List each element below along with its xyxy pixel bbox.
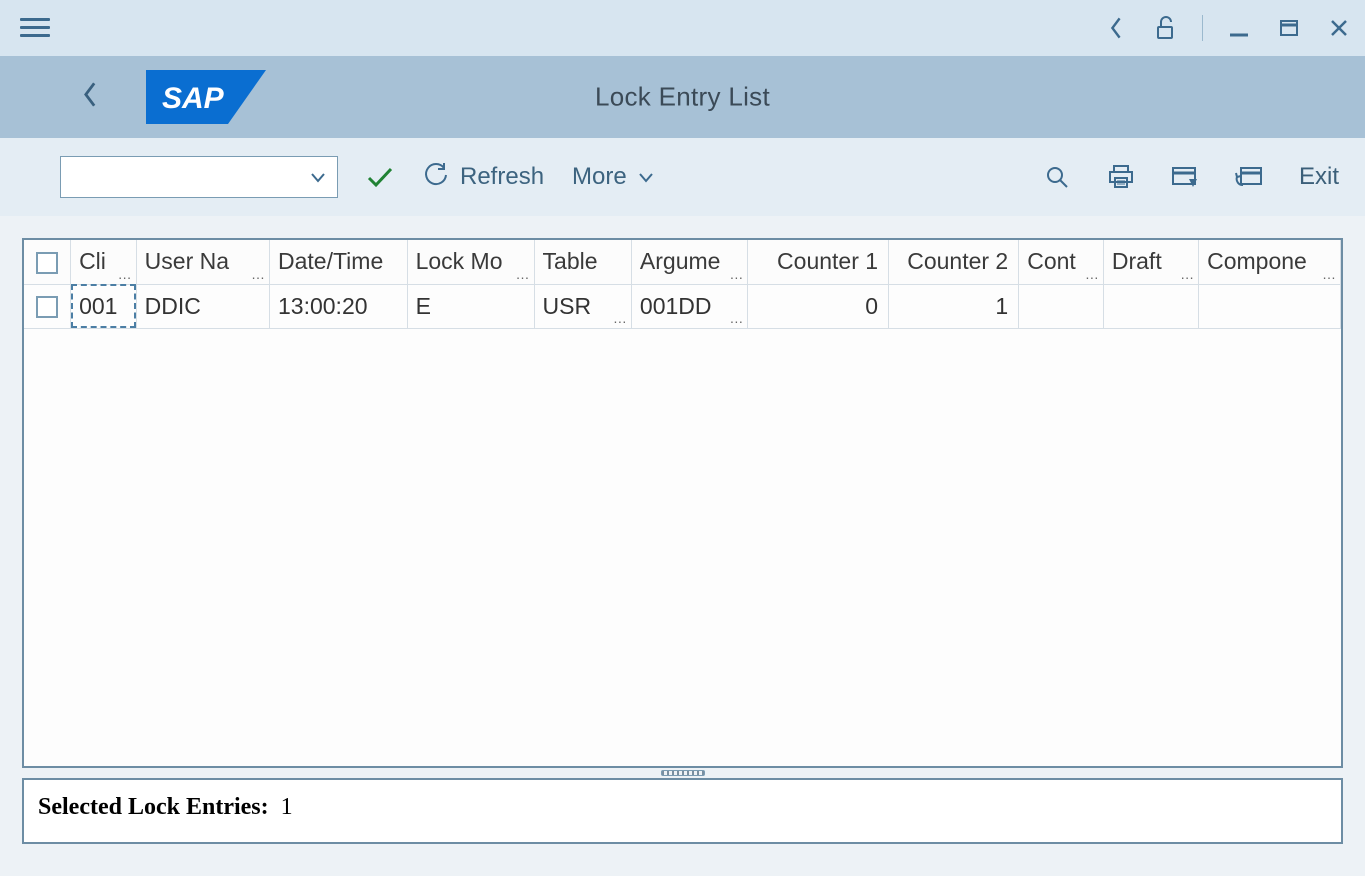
more-button[interactable]: More	[572, 163, 655, 191]
splitter-handle[interactable]	[22, 768, 1343, 778]
table-row[interactable]: 001 DDIC 13:00:20 E USR 001DD 0 1	[24, 284, 1341, 328]
toolbar: Refresh More Exit	[0, 138, 1365, 216]
cell-lock-mode[interactable]: E	[407, 284, 534, 328]
cell-datetime[interactable]: 13:00:20	[270, 284, 408, 328]
column-lock-mode[interactable]: Lock Mo	[407, 240, 534, 284]
status-value: 1	[281, 794, 293, 820]
exit-button[interactable]: Exit	[1299, 163, 1339, 191]
refresh-button[interactable]: Refresh	[422, 160, 544, 195]
minimize-icon[interactable]	[1225, 14, 1253, 42]
cell-cont[interactable]	[1019, 284, 1104, 328]
page-title: Lock Entry List	[595, 82, 770, 113]
table-header-row: Cli User Na Date/Time Lock Mo Table Argu…	[24, 240, 1341, 284]
row-checkbox[interactable]	[36, 296, 58, 318]
column-user-name[interactable]: User Na	[136, 240, 269, 284]
menu-icon[interactable]	[16, 14, 54, 41]
refresh-label: Refresh	[460, 163, 544, 191]
close-window-icon[interactable]	[1235, 163, 1263, 191]
column-cont[interactable]: Cont	[1019, 240, 1104, 284]
column-counter-2[interactable]: Counter 2	[889, 240, 1019, 284]
accept-button[interactable]	[366, 165, 394, 189]
lock-entry-grid: Cli User Na Date/Time Lock Mo Table Argu…	[22, 238, 1343, 768]
cell-client[interactable]: 001	[71, 284, 137, 328]
cell-user[interactable]: DDIC	[136, 284, 269, 328]
column-counter-1[interactable]: Counter 1	[748, 240, 889, 284]
prev-icon[interactable]	[1102, 14, 1130, 42]
print-icon[interactable]	[1107, 163, 1135, 191]
column-component[interactable]: Compone	[1199, 240, 1341, 284]
search-icon[interactable]	[1043, 163, 1071, 191]
refresh-icon	[422, 160, 450, 195]
close-icon[interactable]	[1325, 14, 1353, 42]
cell-counter-2[interactable]: 1	[889, 284, 1019, 328]
cell-table[interactable]: USR	[534, 284, 631, 328]
command-field[interactable]	[60, 156, 338, 198]
system-bar	[0, 0, 1365, 56]
column-draft[interactable]: Draft	[1103, 240, 1198, 284]
checkbox[interactable]	[36, 252, 58, 274]
column-select-all[interactable]	[24, 240, 71, 284]
back-button[interactable]	[80, 81, 100, 114]
cell-draft[interactable]	[1103, 284, 1198, 328]
content-area: Cli User Na Date/Time Lock Mo Table Argu…	[0, 216, 1365, 866]
status-label: Selected Lock Entries:	[38, 794, 269, 820]
title-bar: SAP Lock Entry List	[0, 56, 1365, 138]
status-panel: Selected Lock Entries: 1	[22, 778, 1343, 844]
more-label: More	[572, 163, 627, 191]
maximize-icon[interactable]	[1275, 14, 1303, 42]
column-table[interactable]: Table	[534, 240, 631, 284]
column-argument[interactable]: Argume	[631, 240, 747, 284]
svg-text:SAP: SAP	[162, 82, 225, 115]
sap-logo: SAP	[146, 70, 266, 124]
unlock-icon[interactable]	[1152, 14, 1180, 42]
new-window-icon[interactable]	[1171, 163, 1199, 191]
column-date-time[interactable]: Date/Time	[270, 240, 408, 284]
column-client[interactable]: Cli	[71, 240, 137, 284]
cell-component[interactable]	[1199, 284, 1341, 328]
cell-counter-1[interactable]: 0	[748, 284, 889, 328]
separator	[1202, 15, 1203, 41]
cell-argument[interactable]: 001DD	[631, 284, 747, 328]
